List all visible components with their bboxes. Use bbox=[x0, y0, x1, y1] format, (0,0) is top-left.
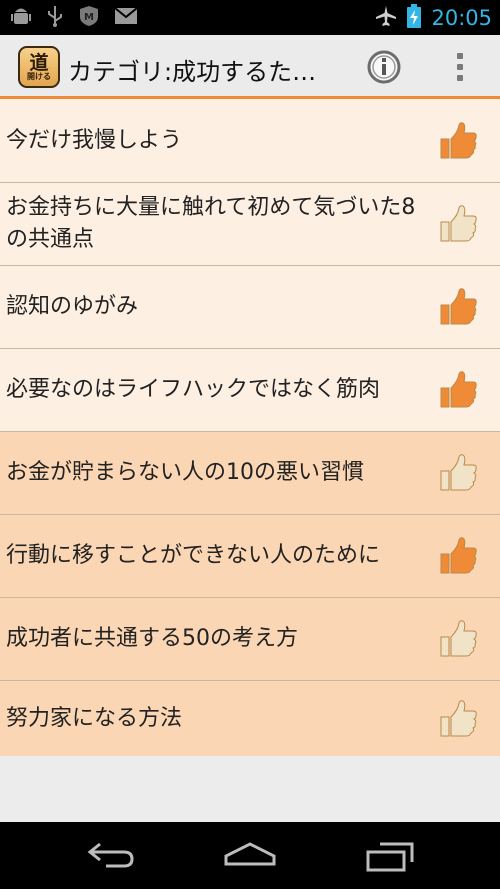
list-item[interactable]: 必要なのはライフハックではなく筋肉 bbox=[0, 349, 500, 432]
list-item[interactable]: お金が貯まらない人の10の悪い習慣 bbox=[0, 432, 500, 515]
list-item-title: お金持ちに大量に触れて初めて気づいた8の共通点 bbox=[6, 195, 416, 252]
list-item[interactable]: 行動に移すことができない人のために bbox=[0, 515, 500, 598]
page-title: カテゴリ:成功するた… bbox=[68, 58, 317, 86]
info-button[interactable] bbox=[366, 49, 402, 85]
list-item-title: 必要なのはライフハックではなく筋肉 bbox=[6, 377, 381, 402]
list-item[interactable]: 今だけ我慢しよう bbox=[0, 99, 500, 183]
thumbs-up-icon[interactable] bbox=[438, 370, 478, 410]
thumbs-up-icon[interactable] bbox=[438, 619, 478, 659]
usb-icon bbox=[46, 5, 64, 27]
thumbs-up-icon[interactable] bbox=[438, 121, 478, 161]
home-button[interactable] bbox=[222, 840, 278, 874]
list-item[interactable]: 成功者に共通する50の考え方 bbox=[0, 598, 500, 681]
list-item-title: 行動に移すことができない人のために bbox=[6, 543, 381, 568]
svg-text:M: M bbox=[84, 12, 94, 23]
thumbs-up-icon[interactable] bbox=[438, 287, 478, 327]
android-debug-icon bbox=[10, 5, 32, 27]
gmail-icon bbox=[114, 7, 138, 25]
overflow-dot-icon bbox=[457, 75, 463, 81]
home-icon bbox=[224, 842, 276, 866]
app-logo-icon[interactable]: 道 開ける bbox=[18, 46, 60, 88]
battery-charging-icon bbox=[407, 4, 422, 32]
recent-apps-button[interactable] bbox=[364, 840, 416, 876]
airplane-mode-icon bbox=[375, 5, 397, 31]
recent-apps-icon bbox=[366, 842, 414, 872]
article-list: 今だけ我慢しよう お金持ちに大量に触れて初めて気づいた8の共通点 認知のゆがみ … bbox=[0, 99, 500, 756]
list-item[interactable]: お金持ちに大量に触れて初めて気づいた8の共通点 bbox=[0, 183, 500, 266]
thumbs-up-icon[interactable] bbox=[438, 699, 478, 739]
list-item[interactable]: 認知のゆがみ bbox=[0, 266, 500, 349]
app-logo-subtext: 開ける bbox=[27, 71, 51, 81]
navigation-bar bbox=[0, 822, 500, 889]
thumbs-up-icon[interactable] bbox=[438, 536, 478, 576]
overflow-menu-button[interactable] bbox=[450, 49, 470, 85]
action-bar: 道 開ける カテゴリ:成功するた… bbox=[0, 35, 500, 99]
thumbs-up-icon[interactable] bbox=[438, 453, 478, 493]
list-item-title: お金が貯まらない人の10の悪い習慣 bbox=[6, 460, 364, 485]
overflow-dot-icon bbox=[457, 53, 463, 59]
list-item-title: 今だけ我慢しよう bbox=[6, 127, 183, 153]
list-item-title: 成功者に共通する50の考え方 bbox=[6, 626, 298, 651]
status-bar: M 20:05 bbox=[0, 0, 500, 35]
info-icon bbox=[367, 50, 401, 84]
back-button[interactable] bbox=[86, 840, 136, 874]
overflow-dot-icon bbox=[457, 64, 463, 70]
list-item[interactable]: 努力家になる方法 bbox=[0, 681, 500, 756]
thumbs-up-icon[interactable] bbox=[438, 204, 478, 244]
back-icon bbox=[87, 842, 134, 868]
list-item-title: 認知のゆがみ bbox=[6, 294, 139, 319]
app-logo-text: 道 bbox=[29, 51, 49, 74]
status-time: 20:05 bbox=[431, 6, 492, 30]
list-item-title: 努力家になる方法 bbox=[6, 705, 183, 731]
mcafee-icon: M bbox=[78, 5, 100, 27]
